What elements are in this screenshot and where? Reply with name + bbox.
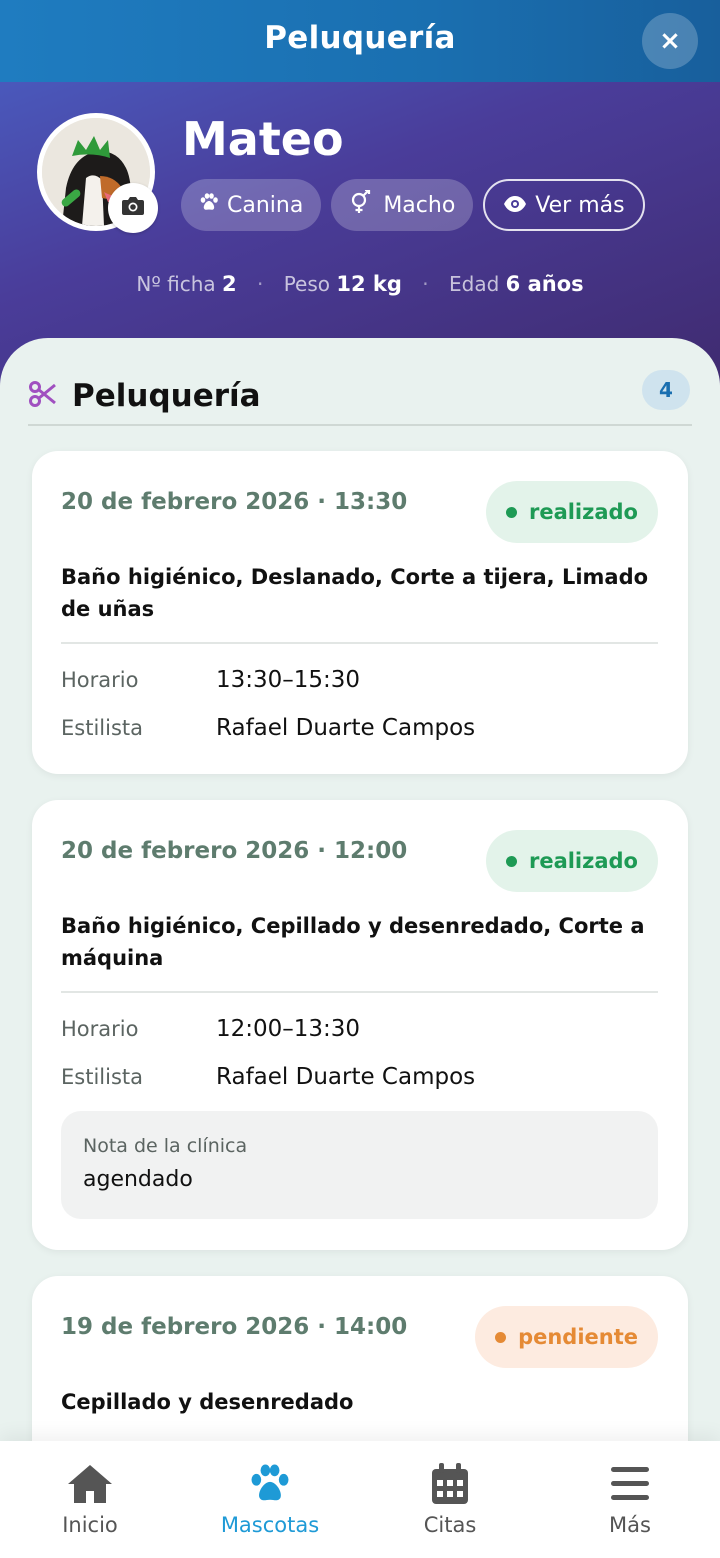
pet-meta: Nº ficha 2 · Peso 12 kg · Edad 6 años bbox=[136, 272, 584, 296]
species-chip: Canina bbox=[181, 179, 322, 231]
nav-label: Mascotas bbox=[220, 1513, 320, 1537]
bottom-nav: Inicio Mascotas Citas Más bbox=[0, 1441, 720, 1558]
horario-row: Horario 13:30–15:30 bbox=[61, 667, 361, 693]
paw-icon bbox=[199, 192, 219, 218]
appointment-card[interactable]: 20 de febrero 2026 · 12:00 realizado Bañ… bbox=[32, 800, 688, 1250]
see-more-label: Ver más bbox=[535, 192, 625, 218]
species-label: Canina bbox=[227, 192, 304, 218]
pet-name: Mateo bbox=[182, 112, 344, 166]
estilista-row: Estilista Rafael Duarte Campos bbox=[61, 1064, 476, 1090]
home-icon bbox=[66, 1461, 114, 1507]
note-label: Nota de la clínica bbox=[83, 1135, 248, 1157]
nav-mas[interactable]: Más bbox=[540, 1441, 720, 1558]
content-sheet: Peluquería 4 20 de febrero 2026 · 13:30 … bbox=[0, 338, 720, 1558]
calendar-icon bbox=[431, 1461, 469, 1507]
nav-label: Citas bbox=[423, 1513, 477, 1537]
sex-label: Macho bbox=[383, 192, 456, 218]
nav-label: Más bbox=[609, 1513, 651, 1537]
gender-icon bbox=[349, 188, 375, 220]
pet-chips: Canina Macho Ver más bbox=[181, 179, 645, 231]
status-badge: realizado bbox=[485, 481, 658, 543]
status-badge: pendiente bbox=[475, 1306, 658, 1368]
nav-inicio[interactable]: Inicio bbox=[0, 1441, 180, 1558]
divider bbox=[61, 642, 658, 644]
appointment-date: 20 de febrero 2026 · 12:00 bbox=[61, 838, 408, 864]
top-bar: Peluquería × bbox=[0, 0, 720, 82]
edad-value: 6 años bbox=[505, 272, 584, 296]
horario-row: Horario 12:00–13:30 bbox=[61, 1016, 361, 1042]
sex-chip: Macho bbox=[331, 179, 474, 231]
appointment-date: 20 de febrero 2026 · 13:30 bbox=[61, 489, 408, 515]
see-more-button[interactable]: Ver más bbox=[483, 179, 645, 231]
change-photo-button[interactable] bbox=[108, 183, 158, 233]
appointment-services: Baño higiénico, Cepillado y desenredado,… bbox=[61, 914, 645, 970]
nav-label: Inicio bbox=[62, 1513, 118, 1537]
close-button[interactable]: × bbox=[642, 13, 698, 69]
appointment-services: Baño higiénico, Deslanado, Corte a tijer… bbox=[61, 565, 649, 621]
eye-icon bbox=[503, 193, 527, 218]
count-badge: 4 bbox=[642, 370, 690, 410]
camera-icon bbox=[121, 196, 145, 220]
appointment-card[interactable]: 20 de febrero 2026 · 13:30 realizado Bañ… bbox=[32, 451, 688, 774]
note-text: agendado bbox=[83, 1167, 193, 1192]
nav-citas[interactable]: Citas bbox=[360, 1441, 540, 1558]
appointment-date: 19 de febrero 2026 · 14:00 bbox=[61, 1314, 408, 1340]
edad-label: Edad bbox=[449, 272, 500, 296]
menu-icon bbox=[611, 1461, 649, 1507]
peso-value: 12 kg bbox=[336, 272, 402, 296]
ficha-value: 2 bbox=[222, 272, 237, 296]
peso-label: Peso bbox=[283, 272, 331, 296]
nav-mascotas[interactable]: Mascotas bbox=[180, 1441, 360, 1558]
page-title: Peluquería bbox=[264, 20, 456, 56]
clinic-note: Nota de la clínica agendado bbox=[61, 1111, 658, 1219]
ficha-label: Nº ficha bbox=[136, 272, 216, 296]
paw-icon bbox=[248, 1461, 292, 1507]
appointment-services: Cepillado y desenredado bbox=[61, 1390, 354, 1414]
divider bbox=[61, 991, 658, 993]
section-title: Peluquería bbox=[72, 378, 261, 414]
estilista-row: Estilista Rafael Duarte Campos bbox=[61, 715, 476, 741]
section-header: Peluquería 4 bbox=[28, 368, 692, 426]
scissors-icon bbox=[28, 379, 58, 413]
status-badge: realizado bbox=[485, 830, 658, 892]
